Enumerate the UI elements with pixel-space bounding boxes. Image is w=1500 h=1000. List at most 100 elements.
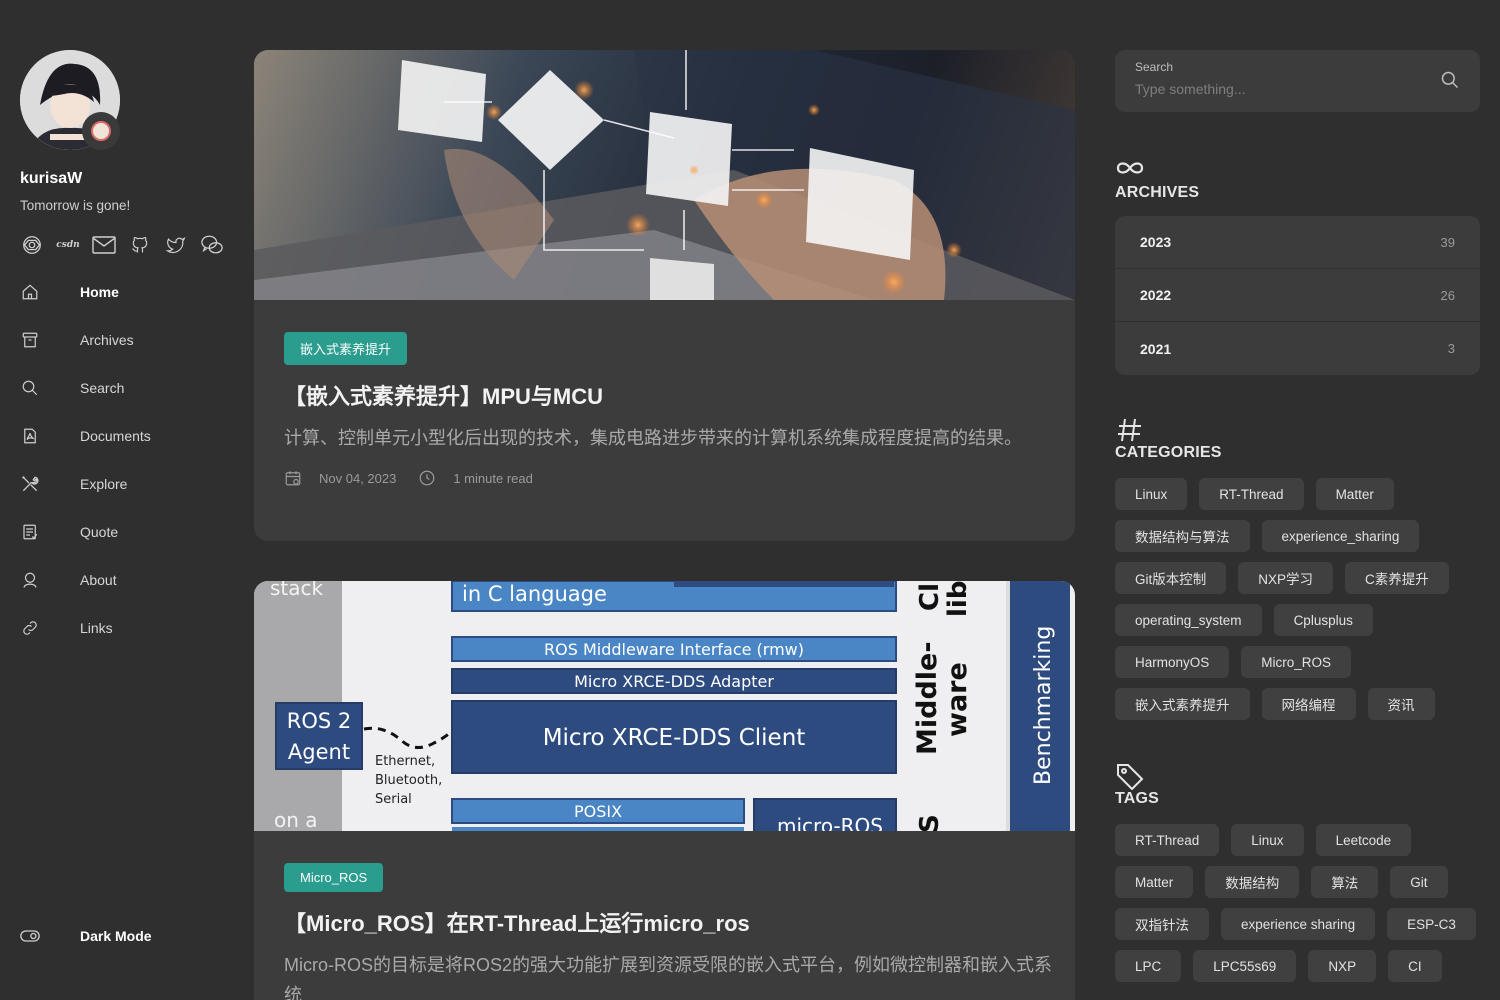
nav-item-links[interactable]: Links — [20, 604, 230, 652]
nav-item-explore[interactable]: Explore — [20, 460, 230, 508]
tools-icon — [20, 474, 40, 494]
cover-text-lib: lib — [943, 581, 973, 617]
csdn-icon-label: csdn — [56, 240, 80, 250]
dark-mode-toggle[interactable]: Dark Mode — [20, 926, 152, 946]
tag-pill[interactable]: RT-Thread — [1115, 824, 1220, 856]
tag-pill[interactable]: Linux — [1231, 824, 1304, 856]
category-pill[interactable]: C素养提升 — [1345, 562, 1449, 594]
categories-list: Linux RT-Thread Matter 数据结构与算法 experienc… — [1115, 478, 1490, 720]
post-category-badge[interactable]: 嵌入式素养提升 — [284, 332, 408, 365]
category-pill[interactable]: NXP学习 — [1238, 562, 1334, 594]
category-pill[interactable]: Cplusplus — [1273, 604, 1373, 636]
cover-text-s-partial: S — [915, 814, 945, 831]
archives-title: ARCHIVES — [1115, 184, 1200, 201]
toggle-icon — [20, 926, 40, 946]
nav-item-home[interactable]: Home — [20, 268, 230, 316]
category-pill[interactable]: 嵌入式素养提升 — [1115, 688, 1250, 720]
category-pill[interactable]: 数据结构与算法 — [1115, 520, 1250, 552]
tag-pill[interactable]: Leetcode — [1315, 824, 1412, 856]
post-card[interactable]: 嵌入式素养提升 【嵌入式素养提升】MPU与MCU 计算、控制单元小型化后出现的技… — [254, 50, 1075, 541]
category-pill[interactable]: Git版本控制 — [1115, 562, 1227, 594]
archives-heading: ARCHIVES — [1115, 156, 1199, 202]
cover-text-cli: Cli — [915, 581, 945, 611]
category-pill[interactable]: Micro_ROS — [1241, 646, 1352, 678]
tag-pill[interactable]: 算法 — [1311, 866, 1379, 898]
nav-label-documents: Documents — [80, 428, 151, 444]
archive-count: 39 — [1440, 234, 1455, 250]
tag-pill[interactable]: Git — [1390, 866, 1448, 898]
tags-heading: TAGS — [1115, 762, 1159, 808]
post-excerpt: 计算、控制单元小型化后出现的技术，集成电路进步带来的计算机系统集成程度提高的结果… — [284, 428, 1022, 448]
status-emoji-badge — [82, 112, 120, 150]
openai-icon[interactable] — [20, 233, 44, 257]
nav-label-about: About — [80, 572, 117, 588]
post-title[interactable]: 【嵌入式素养提升】MPU与MCU — [284, 379, 1045, 411]
tag-pill[interactable]: experience sharing — [1221, 908, 1376, 940]
post-cover-image[interactable]: stack on a in C language ROS Middleware … — [254, 581, 1075, 831]
archive-row[interactable]: 2023 39 — [1115, 216, 1480, 269]
post-title[interactable]: 【Micro_ROS】在RT-Thread上运行micro_ros — [284, 906, 1045, 938]
site-name[interactable]: kurisaW — [20, 170, 82, 188]
search-box[interactable]: Search — [1115, 50, 1480, 112]
main-nav: Home Archives Search Documents Explore Q… — [20, 268, 230, 652]
search-label: Search — [1135, 60, 1174, 74]
tag-pill[interactable]: Matter — [1115, 866, 1194, 898]
category-pill[interactable]: 资讯 — [1367, 688, 1435, 720]
post-cover-image[interactable] — [254, 50, 1075, 300]
post-read-time: 1 minute read — [453, 470, 533, 486]
nav-item-search[interactable]: Search — [20, 364, 230, 412]
cover-text-middle-2: ware — [942, 662, 973, 737]
category-pill[interactable]: experience_sharing — [1261, 520, 1420, 552]
emoji-icon — [91, 121, 111, 141]
archive-row[interactable]: 2022 26 — [1115, 269, 1480, 322]
tag-pill[interactable]: ESP-C3 — [1387, 908, 1476, 940]
tag-pill[interactable]: CI — [1388, 950, 1442, 982]
tag-pill[interactable]: LPC55s69 — [1193, 950, 1297, 982]
github-icon[interactable] — [128, 233, 152, 257]
post-card[interactable]: stack on a in C language ROS Middleware … — [254, 581, 1075, 1000]
search-input[interactable] — [1135, 78, 1425, 100]
tag-pill[interactable]: 双指针法 — [1115, 908, 1209, 940]
cover-text-middle-1: Middle- — [912, 641, 943, 755]
archive-row[interactable]: 2021 3 — [1115, 322, 1480, 375]
tag-pill[interactable]: 数据结构 — [1205, 866, 1300, 898]
social-links: csdn — [20, 233, 224, 257]
site-tagline: Tomorrow is gone! — [20, 198, 131, 213]
wechat-icon[interactable] — [200, 233, 224, 257]
archive-year: 2021 — [1140, 340, 1172, 357]
tag-pill[interactable]: LPC — [1115, 950, 1182, 982]
mail-icon[interactable] — [92, 233, 116, 257]
cover-text-clang: in C language — [462, 582, 607, 606]
nav-label-archives: Archives — [80, 332, 134, 348]
categories-heading: CATEGORIES — [1115, 416, 1222, 462]
user-icon — [20, 570, 40, 590]
archive-count: 3 — [1447, 341, 1455, 356]
csdn-icon[interactable]: csdn — [56, 233, 80, 257]
category-pill[interactable]: Matter — [1315, 478, 1394, 510]
archive-icon — [20, 330, 40, 350]
twitter-icon[interactable] — [164, 233, 188, 257]
category-pill[interactable]: HarmonyOS — [1115, 646, 1230, 678]
nav-item-archives[interactable]: Archives — [20, 316, 230, 364]
link-icon — [20, 618, 40, 638]
category-pill[interactable]: Linux — [1115, 478, 1188, 510]
category-pill[interactable]: operating_system — [1115, 604, 1262, 636]
post-date: Nov 04, 2023 — [319, 470, 397, 486]
post-body: Micro_ROS 【Micro_ROS】在RT-Thread上运行micro_… — [254, 831, 1075, 1000]
nav-item-about[interactable]: About — [20, 556, 230, 604]
category-pill[interactable]: 网络编程 — [1261, 688, 1356, 720]
post-body: 嵌入式素养提升 【嵌入式素养提升】MPU与MCU 计算、控制单元小型化后出现的技… — [254, 300, 1075, 487]
cover-text-link-2: Bluetooth, — [375, 773, 442, 788]
category-pill[interactable]: RT-Thread — [1199, 478, 1304, 510]
tag-icon — [1115, 762, 1145, 791]
quote-icon — [20, 522, 40, 542]
post-category-badge[interactable]: Micro_ROS — [284, 863, 384, 892]
nav-item-documents[interactable]: Documents — [20, 412, 230, 460]
avatar[interactable] — [20, 50, 120, 150]
cover-text-agent-1: ROS 2 — [287, 709, 352, 733]
post-excerpt: Micro-ROS的目标是将ROS2的强大功能扩展到资源受限的嵌入式平台，例如微… — [284, 955, 1053, 1000]
tag-pill[interactable]: NXP — [1308, 950, 1377, 982]
cover-text-stack: stack — [270, 581, 324, 600]
search-icon[interactable] — [1440, 70, 1460, 90]
nav-item-quote[interactable]: Quote — [20, 508, 230, 556]
